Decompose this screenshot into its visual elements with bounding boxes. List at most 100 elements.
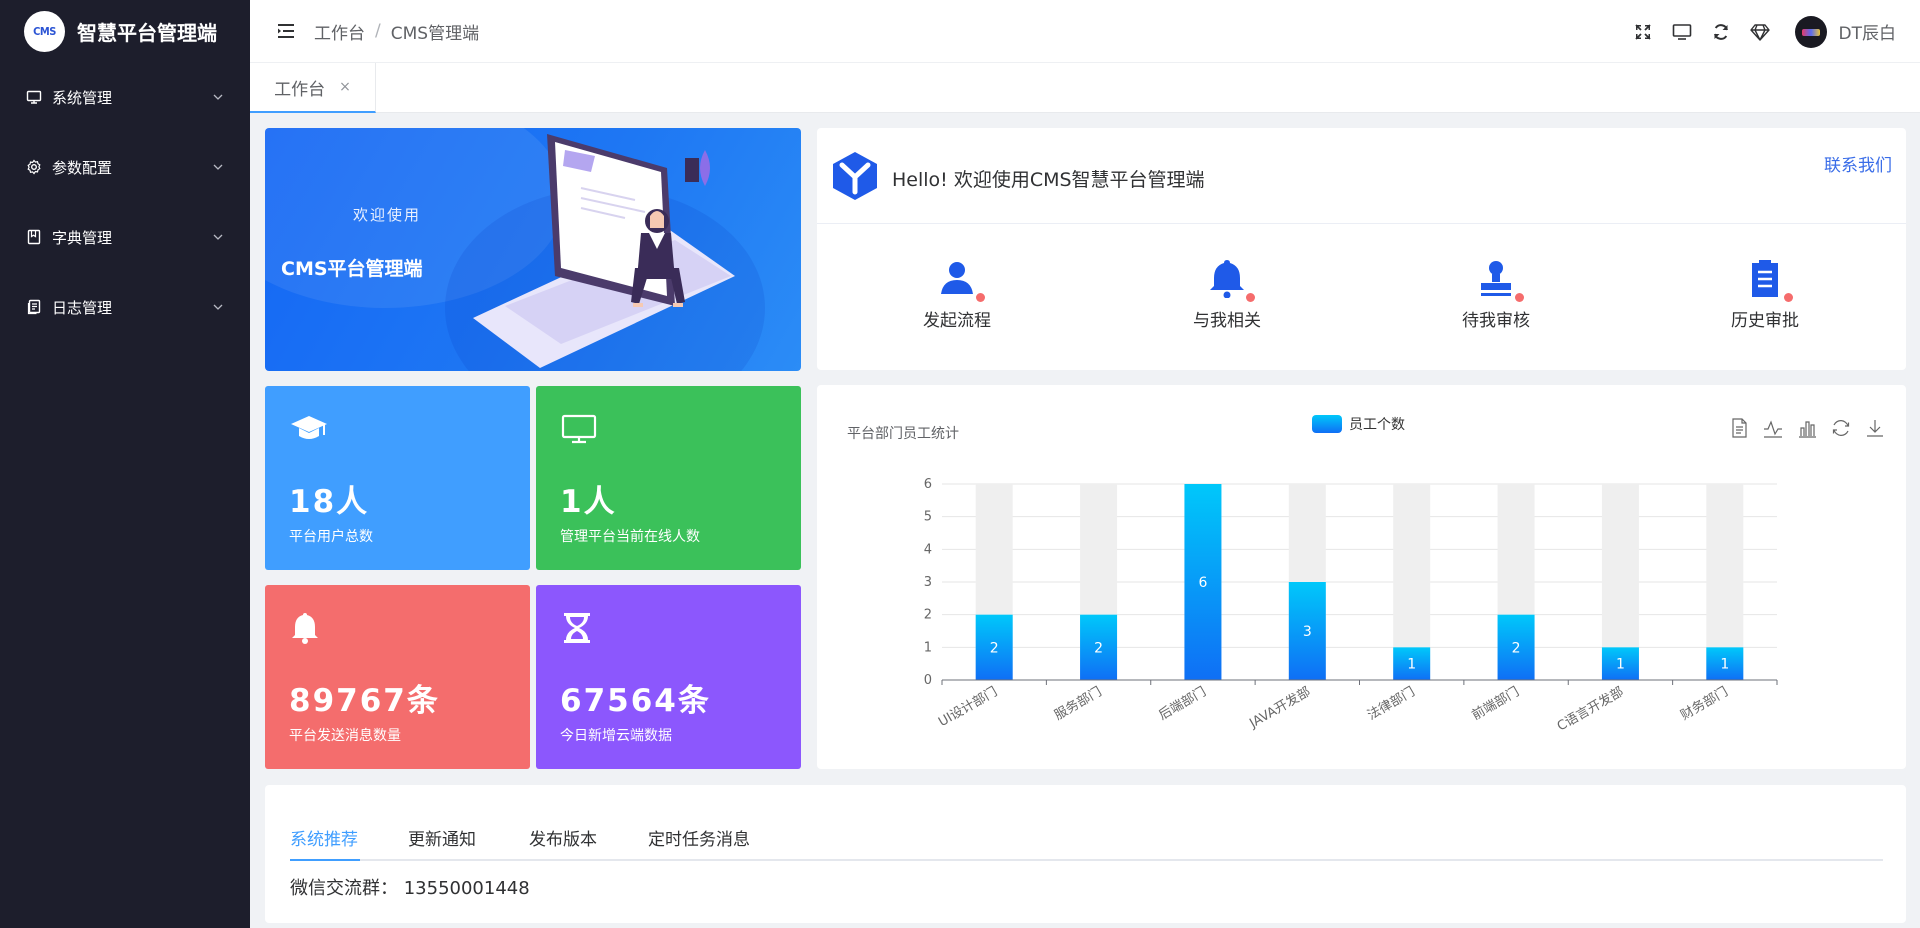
stat-value: 67564条 [560,683,711,719]
stat-label: 平台发送消息数量 [289,728,401,744]
x-tick-label: 前端部门 [1469,684,1522,724]
stat-value: 89767条 [289,683,440,719]
sidebar-item-dictionary[interactable]: 字典管理 [0,202,250,272]
sidebar-item-label: 参数配置 [52,158,113,177]
tab-workbench[interactable]: 工作台 × [250,63,376,113]
bar-value-label: 2 [1094,640,1103,656]
x-tick-label: UI设计部门 [936,684,1000,730]
stat-value: 18人 [289,484,370,520]
avatar[interactable] [1794,15,1827,48]
gear-icon [26,159,42,175]
tabs-bar: 工作台 × [250,63,1920,113]
tab-recommend[interactable]: 系统推荐 [290,825,358,850]
sidebar-item-logs[interactable]: 日志管理 [0,272,250,342]
app-title: 智慧平台管理端 [77,20,217,45]
laptop-illustration [473,134,735,368]
tab-update-notice[interactable]: 更新通知 [408,825,476,850]
bar-value-label: 2 [990,640,999,656]
stat-label: 今日新增云端数据 [560,728,672,744]
quick-action-pending-review[interactable]: 待我审核 [1416,258,1576,331]
bar-value-label: 6 [1198,575,1207,591]
chevron-down-icon [212,231,224,243]
sidebar: CMS 智慧平台管理端 系统管理 参数配置 字典管理 日志管理 [0,0,250,928]
breadcrumb-current: CMS管理端 [390,23,480,44]
welcome-card-header: Hello! 欢迎使用CMS智慧平台管理端 联系我们 [817,128,1906,224]
logo[interactable]: CMS 智慧平台管理端 [0,0,250,62]
breadcrumb-home[interactable]: 工作台 [314,19,365,44]
bar-value-label: 1 [1720,657,1729,673]
breadcrumb: 工作台 / CMS管理端 [314,19,479,44]
notification-dot [1246,293,1255,302]
y-tick-label: 5 [924,510,932,525]
welcome-greeting: Hello! 欢迎使用CMS智慧平台管理端 [892,169,1205,191]
quick-action-label: 发起流程 [923,311,991,331]
stamp-icon [1476,258,1524,302]
monitor-icon [26,89,42,105]
active-tab-indicator [290,859,360,861]
tab-release-version[interactable]: 发布版本 [529,825,597,850]
header-actions: DT辰白 [1615,0,1896,63]
breadcrumb-separator: / [375,21,381,41]
chevron-down-icon [212,161,224,173]
quick-action-start-process[interactable]: 发起流程 [877,258,1037,331]
x-tick-label: 财务部门 [1678,684,1731,724]
stat-card-users[interactable]: 18人 平台用户总数 [265,386,530,570]
user-icon [937,258,985,302]
quick-action-label: 待我审核 [1462,311,1530,331]
sidebar-item-label: 系统管理 [52,88,113,107]
banner-welcome-text: 欢迎使用 [353,206,422,224]
quick-action-label: 与我相关 [1193,311,1261,331]
stat-label: 管理平台当前在线人数 [560,529,700,545]
sidebar-item-params[interactable]: 参数配置 [0,132,250,202]
graduation-cap-icon [289,412,329,446]
info-tabs-card: 系统推荐 更新通知 发布版本 定时任务消息 微信交流群： 13550001448 [265,785,1906,923]
diamond-icon[interactable] [1749,21,1771,43]
banner-title: CMS平台管理端 [281,258,423,280]
welcome-card: Hello! 欢迎使用CMS智慧平台管理端 联系我们 发起流程 与我相关 待我审… [817,128,1906,370]
stat-card-cloud-data[interactable]: 67564条 今日新增云端数据 [536,585,801,769]
x-tick-label: JAVA开发部 [1246,684,1313,732]
chevron-down-icon [212,301,224,313]
screen-icon[interactable] [1671,21,1693,43]
contact-us-link[interactable]: 联系我们 [1824,151,1892,176]
tab-scheduled-tasks[interactable]: 定时任务消息 [648,825,750,850]
y-tick-label: 3 [924,575,932,590]
info-tabs: 系统推荐 更新通知 发布版本 定时任务消息 [290,785,1883,861]
y-tick-label: 2 [924,608,932,623]
bar-value-label: 2 [1512,640,1521,656]
sidebar-item-system[interactable]: 系统管理 [0,62,250,132]
fullscreen-icon[interactable] [1632,21,1654,43]
bar-chart: 0 1 2 3 4 5 6 2 UI设计部门 2 服务部门 6 后端部门 3 JAVA开发部 1 法律部门 2 前端… [924,477,1778,735]
chart-card: 平台部门员工统计 员工个数 0 1 2 3 4 5 6 2 UI设计部门 2 服务部门 6 后端部门 3 J… [817,385,1906,769]
bar-value-label: 3 [1303,624,1312,640]
x-tick-label: C语言开发部 [1554,684,1626,735]
x-tick-label: 法律部门 [1365,684,1418,723]
logo-text: CMS [33,24,56,38]
book-icon [26,229,42,245]
y-tick-label: 6 [924,477,932,492]
notification-dot [1515,293,1524,302]
chevron-down-icon [212,91,224,103]
menu-toggle-icon[interactable] [276,21,296,41]
bell-icon [1207,258,1255,302]
username[interactable]: DT辰白 [1839,19,1896,44]
stat-card-messages[interactable]: 89767条 平台发送消息数量 [265,585,530,769]
logo-badge: CMS [24,10,65,52]
hourglass-icon [560,611,600,645]
app-logo-icon [831,150,879,202]
document-icon [26,299,42,315]
notification-dot [976,293,985,302]
bell-icon [289,611,329,645]
stat-label: 平台用户总数 [289,529,373,545]
monitor-icon [560,412,600,446]
stat-card-online[interactable]: 1人 管理平台当前在线人数 [536,386,801,570]
close-icon[interactable]: × [339,79,351,95]
y-tick-label: 0 [924,673,932,688]
refresh-icon[interactable] [1710,21,1732,43]
clipboard-icon [1745,258,1793,302]
quick-action-related[interactable]: 与我相关 [1147,258,1307,331]
y-tick-label: 4 [924,542,932,557]
wechat-group-info: 微信交流群： 13550001448 [290,878,530,899]
top-header: 工作台 / CMS管理端 DT辰白 [250,0,1920,63]
quick-action-history[interactable]: 历史审批 [1685,258,1845,331]
